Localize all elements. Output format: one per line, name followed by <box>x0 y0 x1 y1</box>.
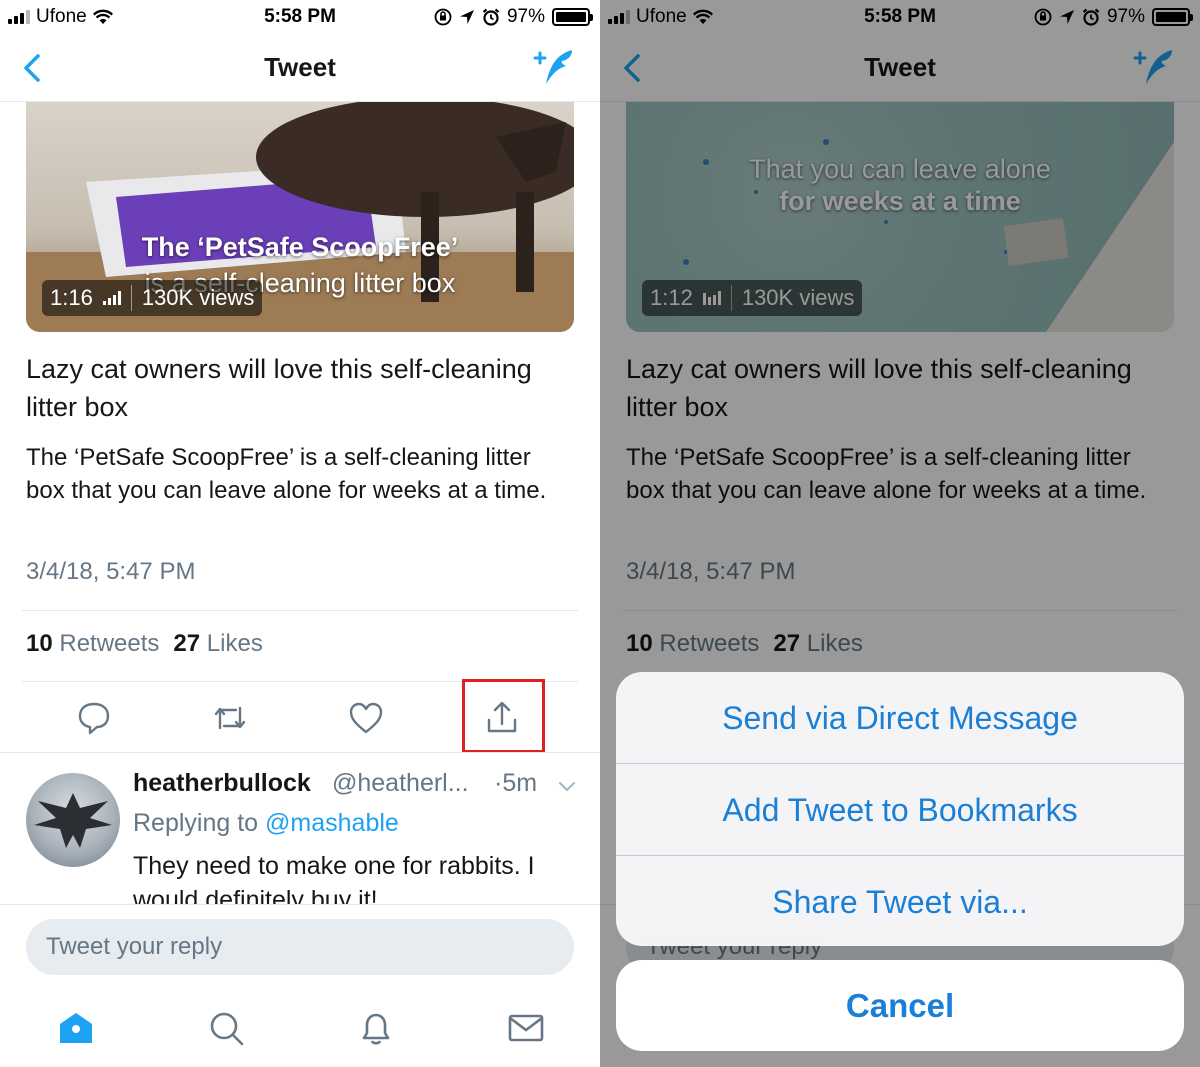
reply-bar <box>0 904 600 988</box>
replying-prefix: Replying to <box>133 809 259 837</box>
battery-percent: 97% <box>506 6 545 27</box>
alarm-icon <box>482 8 500 26</box>
send-via-direct-message-option[interactable]: Send via Direct Message <box>616 672 1184 764</box>
reply-author-name[interactable]: heatherbullock <box>133 769 311 798</box>
retweets-label: Retweets <box>59 630 160 657</box>
reply-text: They need to make one for rabbits. I wou… <box>133 852 535 904</box>
video-caption-line1: The ‘PetSafe ScoopFree’ <box>141 232 459 262</box>
status-right-icons: 97% <box>434 6 593 28</box>
notifications-bell-icon[interactable] <box>356 1008 396 1048</box>
tab-bar <box>0 988 600 1067</box>
tweet-detail-screen: Ufone 5:58 PM 97% Tweet The ‘PetSafe Sco… <box>0 0 600 1067</box>
share-tweet-via-option[interactable]: Share Tweet via... <box>616 856 1184 946</box>
page-title: Tweet <box>264 52 336 82</box>
tweet-detail-screen-share-sheet: Ufone 5:58 PM 97% Tweet That you can lea… <box>600 0 1200 1067</box>
orientation-lock-icon <box>434 8 452 26</box>
location-icon <box>459 10 474 24</box>
video-views: 130K views <box>141 285 255 310</box>
reply-author-handle: @heatherl... <box>332 769 469 797</box>
card-description: The ‘PetSafe ScoopFree’ is a self-cleani… <box>26 444 547 504</box>
tweet-timestamp: 3/4/18, 5:47 PM <box>26 558 196 585</box>
share-action-sheet: Send via Direct Message Add Tweet to Boo… <box>616 672 1184 946</box>
retweet-icon[interactable] <box>210 698 250 738</box>
likes-count-link[interactable]: 27 Likes <box>173 630 262 658</box>
replying-to-mention[interactable]: @mashable <box>265 809 399 837</box>
retweets-count: 10 <box>26 630 53 657</box>
reply-icon[interactable] <box>74 698 114 738</box>
share-highlight-box <box>462 679 545 753</box>
messages-envelope-icon[interactable] <box>506 1008 546 1048</box>
engagement-counts: 10 Retweets 27 Likes <box>26 630 263 658</box>
navigation-bar: Tweet <box>0 34 600 102</box>
divider <box>22 610 578 611</box>
video-stats-icon <box>102 291 121 305</box>
search-icon[interactable] <box>206 1008 246 1048</box>
chevron-down-icon[interactable] <box>556 775 578 797</box>
raven-emblem-icon <box>34 793 112 848</box>
reply-input[interactable] <box>26 919 574 975</box>
reply-timestamp: ·5m <box>494 769 538 797</box>
add-tweet-to-bookmarks-option[interactable]: Add Tweet to Bookmarks <box>616 764 1184 856</box>
retweets-count-link[interactable]: 10 Retweets <box>26 630 159 658</box>
avatar[interactable] <box>26 773 120 867</box>
replying-to: Replying to @mashable <box>133 809 399 838</box>
video-info-badge: 1:16 130K views <box>42 280 263 316</box>
home-icon[interactable] <box>56 1008 96 1048</box>
compose-tweet-icon[interactable] <box>532 46 578 90</box>
cancel-button[interactable]: Cancel <box>616 960 1184 1051</box>
battery-icon <box>552 8 593 26</box>
like-heart-icon[interactable] <box>346 698 386 738</box>
likes-label: Likes <box>206 630 263 657</box>
video-duration: 1:16 <box>50 285 93 310</box>
card-headline[interactable]: Lazy cat owners will love this self-clea… <box>26 350 546 426</box>
reply-tweet[interactable]: heatherbullock @heatherl... ·5m Replying… <box>0 752 600 904</box>
video-thumbnail[interactable]: The ‘PetSafe ScoopFree’ is a self-cleani… <box>26 102 574 332</box>
likes-count: 27 <box>173 630 201 657</box>
status-bar: Ufone 5:58 PM 97% <box>0 0 600 34</box>
